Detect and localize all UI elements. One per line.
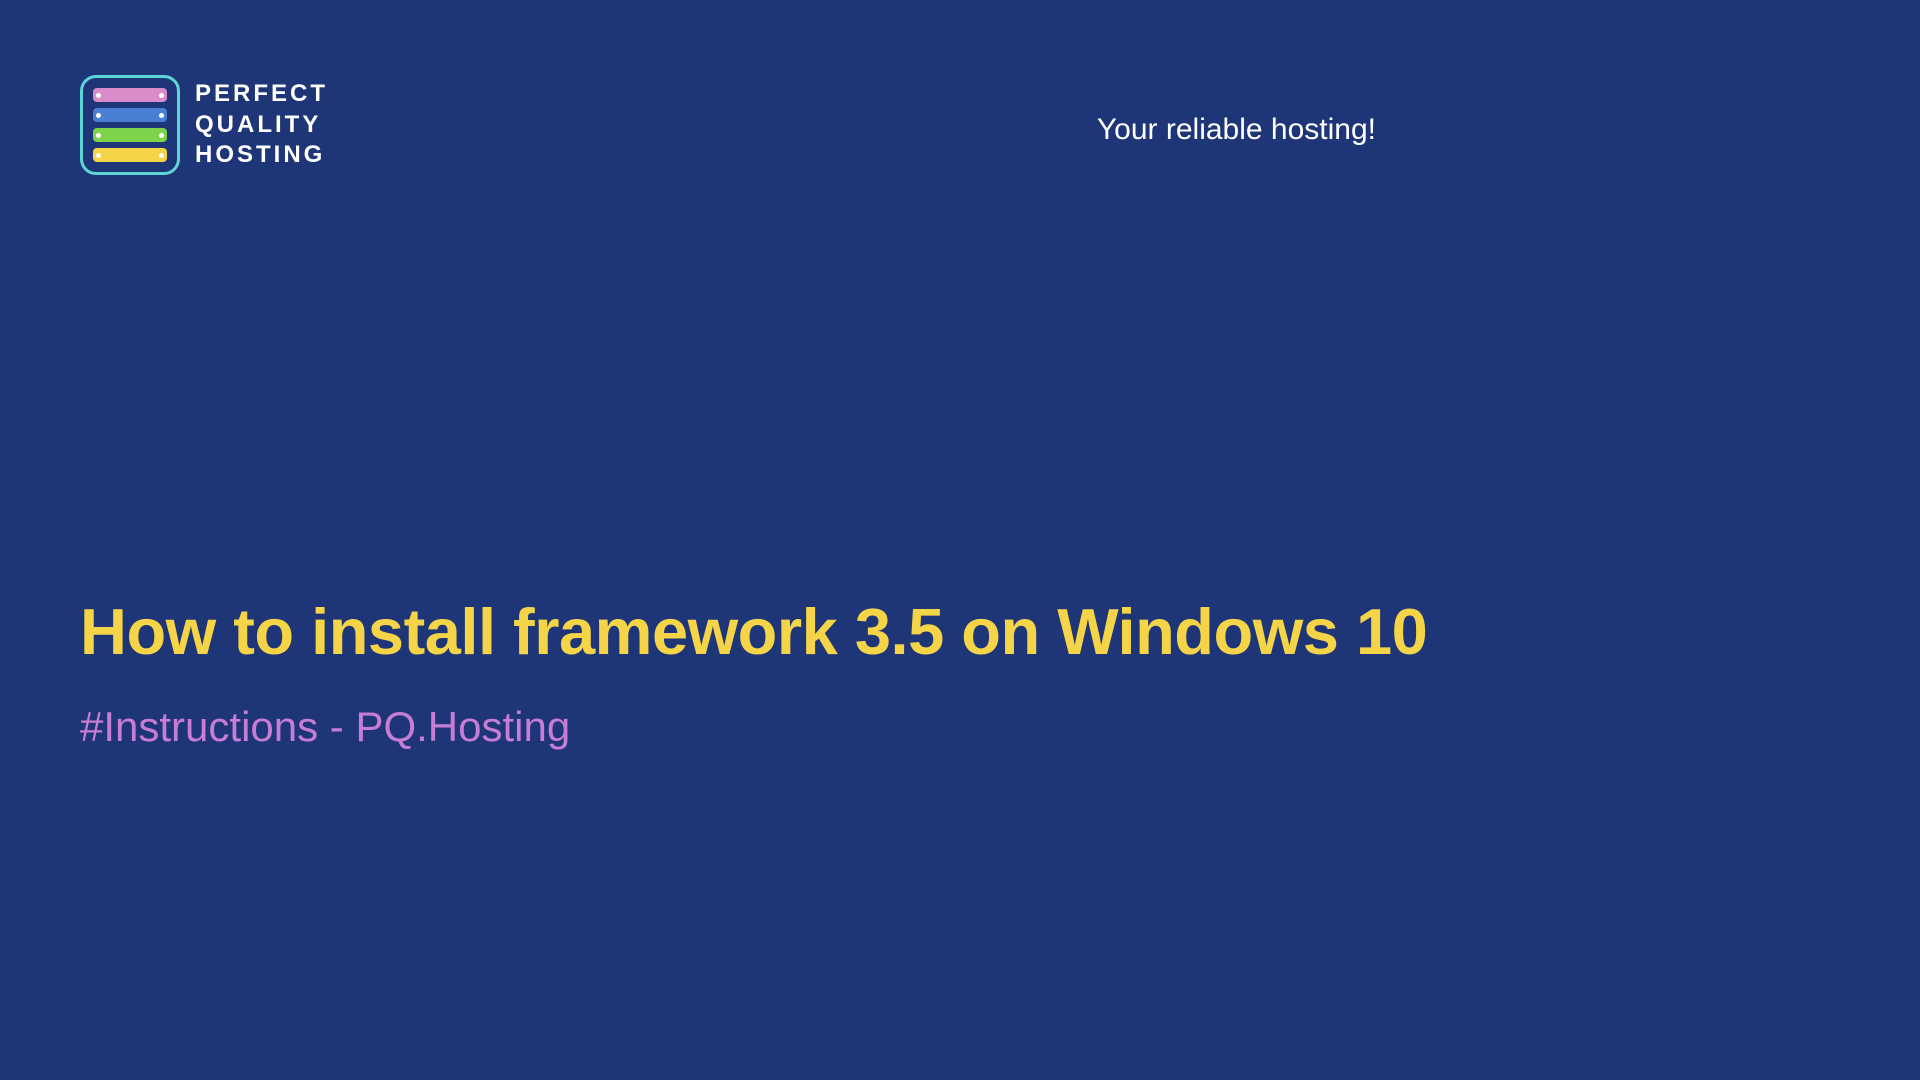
tagline: Your reliable hosting!: [1097, 113, 1376, 147]
server-bar-icon: [93, 148, 167, 162]
logo-text: PERFECT QUALITY HOSTING: [195, 80, 328, 170]
server-bar-icon: [93, 88, 167, 102]
logo-icon: [80, 75, 180, 175]
server-bar-icon: [93, 128, 167, 142]
logo-text-line-3: HOSTING: [195, 141, 328, 170]
page-title: How to install framework 3.5 on Windows …: [80, 593, 1427, 671]
server-bar-icon: [93, 108, 167, 122]
content: How to install framework 3.5 on Windows …: [80, 593, 1427, 671]
subtitle: #Instructions - PQ.Hosting: [80, 703, 570, 751]
logo-text-line-2: QUALITY: [195, 111, 328, 140]
logo-text-line-1: PERFECT: [195, 80, 328, 109]
logo-container: PERFECT QUALITY HOSTING: [80, 75, 328, 175]
header: PERFECT QUALITY HOSTING Your reliable ho…: [0, 0, 1456, 175]
